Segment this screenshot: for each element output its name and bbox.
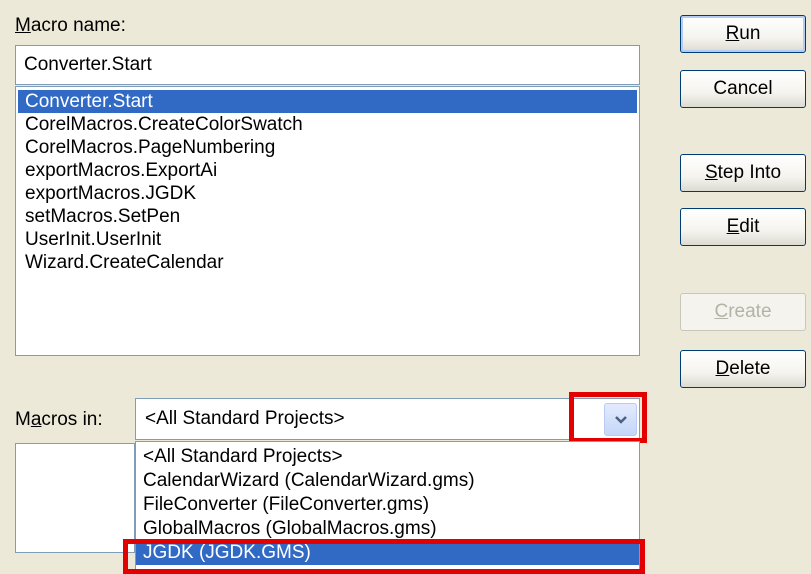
macros-in-label-hotkey: a [30,409,42,430]
dropdown-option[interactable]: <All Standard Projects> [136,445,639,469]
macro-list-item[interactable]: CorelMacros.CreateColorSwatch [18,113,637,136]
macro-list-item[interactable]: exportMacros.JGDK [18,182,637,205]
run-button-hotkey: R [725,23,740,44]
macro-list-item[interactable]: Converter.Start [18,90,637,113]
step-into-button[interactable]: Step Into [680,154,806,192]
step-into-button-hotkey: S [704,162,718,183]
macros-in-label: Macros in: [15,409,103,431]
create-button-hotkey: C [714,301,729,322]
delete-button-hotkey: D [715,358,730,379]
macros-in-label-rest: cros in: [41,409,103,430]
create-button: Create [680,293,806,331]
macro-list[interactable]: Converter.Start CorelMacros.CreateColorS… [15,86,640,356]
macro-name-input[interactable]: Converter.Start [15,45,640,85]
delete-button[interactable]: Delete [680,350,806,388]
macro-name-label-hotkey: M [15,15,31,36]
macros-in-select[interactable]: <All Standard Projects> [135,398,640,440]
edit-button-hotkey: E [726,216,740,237]
create-button-rest: reate [728,301,772,322]
dropdown-option[interactable]: CalendarWizard (CalendarWizard.gms) [136,469,639,493]
macro-list-item[interactable]: Wizard.CreateCalendar [18,251,637,274]
edit-button[interactable]: Edit [680,208,806,246]
macro-list-item[interactable]: setMacros.SetPen [18,205,637,228]
description-box [15,443,135,553]
macro-name-label: Macro name: [15,15,126,37]
cancel-button[interactable]: Cancel [680,70,806,108]
dropdown-option-highlight-box [123,539,645,574]
step-into-button-rest: tep Into [717,162,782,183]
macro-list-item[interactable]: exportMacros.ExportAi [18,159,637,182]
delete-button-rest: elete [729,358,771,379]
macro-name-label-rest: acro name: [30,15,126,36]
macros-in-label-prefix: M [15,409,31,430]
dropdown-button-highlight [569,392,647,443]
edit-button-rest: dit [739,216,760,237]
run-button[interactable]: Run [680,15,806,53]
macro-list-item[interactable]: UserInit.UserInit [18,228,637,251]
dropdown-option[interactable]: FileConverter (FileConverter.gms) [136,493,639,517]
macro-list-item[interactable]: CorelMacros.PageNumbering [18,136,637,159]
dropdown-option[interactable]: GlobalMacros (GlobalMacros.gms) [136,517,639,541]
run-button-rest: un [739,23,761,44]
